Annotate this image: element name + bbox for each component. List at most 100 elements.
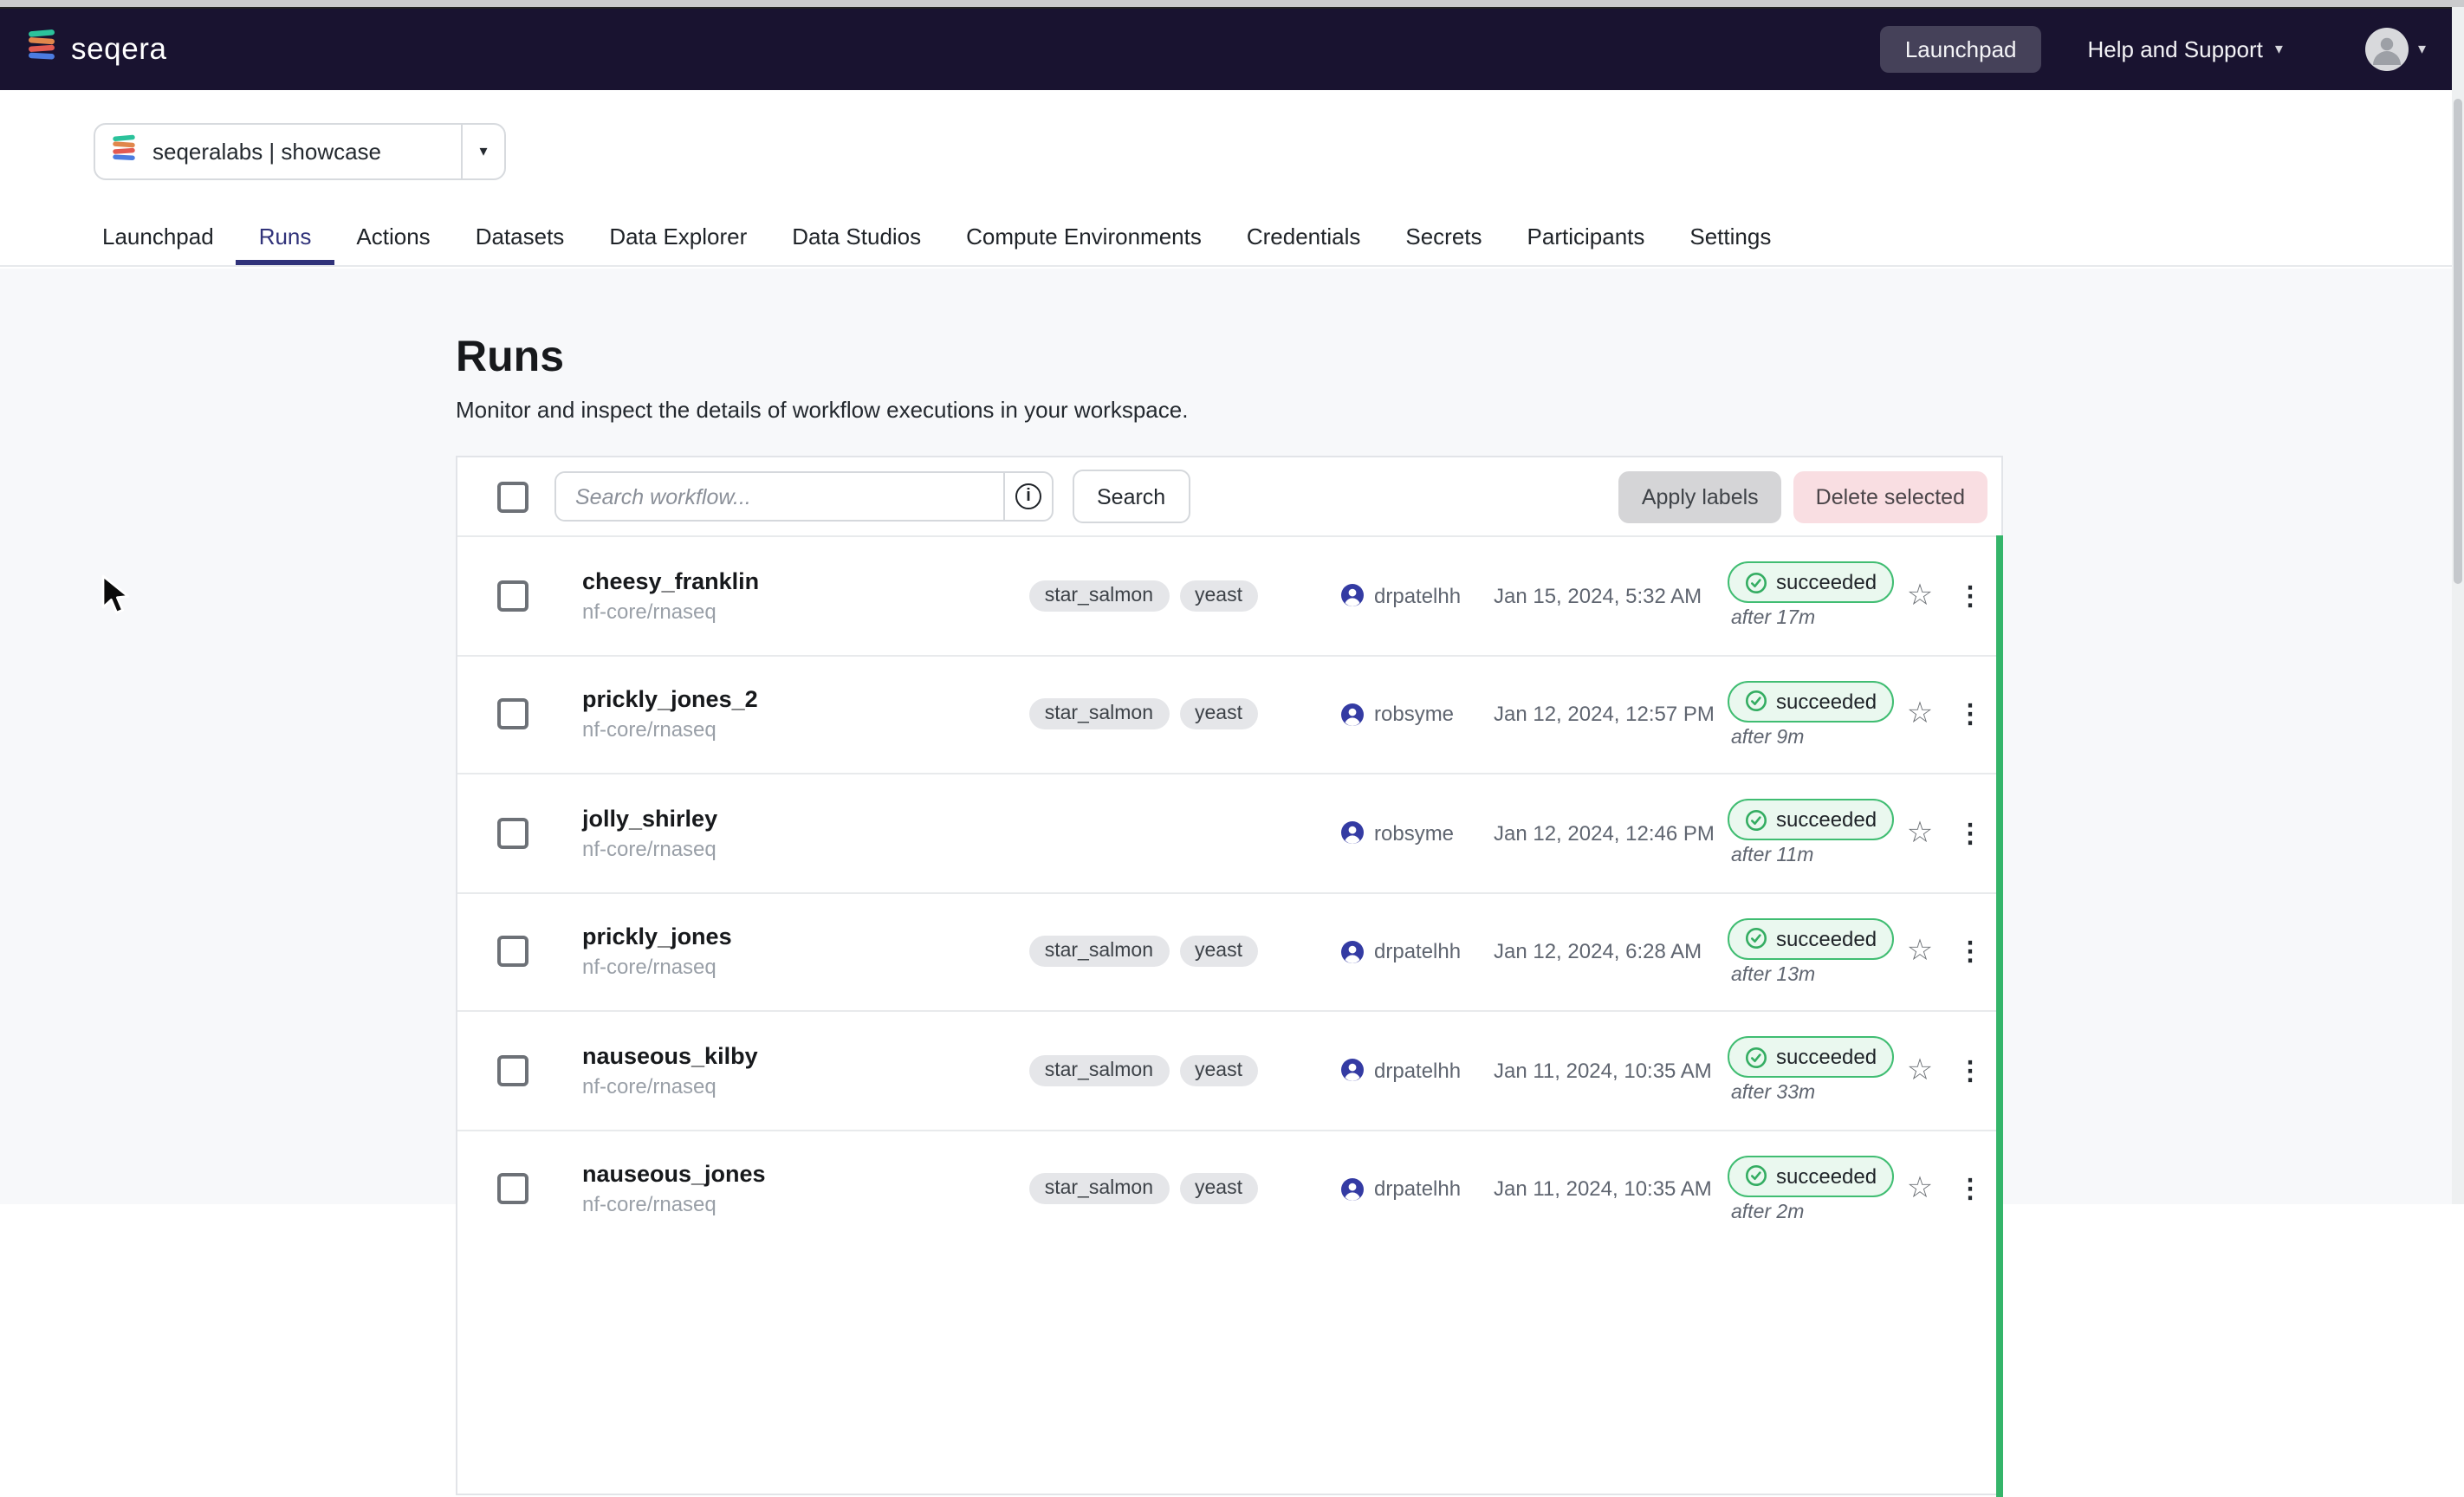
search-button[interactable]: Search — [1073, 470, 1190, 523]
run-name-link[interactable]: prickly_jones — [582, 924, 981, 950]
run-date: Jan 15, 2024, 5:32 AM — [1494, 584, 1698, 608]
help-and-support-menu[interactable]: Help and Support ▾ — [2088, 36, 2283, 62]
row-checkbox[interactable] — [497, 1055, 528, 1086]
run-tag[interactable]: yeast — [1179, 699, 1258, 730]
run-name-link[interactable]: prickly_jones_2 — [582, 687, 981, 713]
run-tag[interactable]: star_salmon — [1029, 699, 1169, 730]
run-tag[interactable]: yeast — [1179, 1055, 1258, 1086]
run-user: drpatelhh — [1341, 1059, 1494, 1083]
seqera-app-window: seqera Launchpad Help and Support ▾ ▾ — [0, 0, 2464, 1204]
row-checkbox[interactable] — [497, 580, 528, 612]
tab-compute-environments[interactable]: Compute Environments — [943, 211, 1224, 265]
tab-data-explorer[interactable]: Data Explorer — [587, 211, 769, 265]
run-name-link[interactable]: jolly_shirley — [582, 806, 981, 832]
run-user: drpatelhh — [1341, 1177, 1494, 1202]
check-circle-icon — [1745, 690, 1767, 713]
status-text: succeeded — [1776, 927, 1877, 951]
tab-actions[interactable]: Actions — [334, 211, 452, 265]
delete-selected-button[interactable]: Delete selected — [1793, 470, 1987, 522]
run-status: succeeded after 13m — [1698, 918, 1892, 986]
tab-settings[interactable]: Settings — [1667, 211, 1793, 265]
run-tags: star_salmon yeast — [981, 580, 1258, 612]
workspace-tabs: Launchpad Runs Actions Datasets Data Exp… — [0, 211, 2464, 267]
run-tags: star_salmon yeast — [981, 1174, 1258, 1205]
run-duration: after 17m — [1728, 609, 1815, 630]
check-circle-icon — [1745, 1047, 1767, 1069]
tab-secrets[interactable]: Secrets — [1383, 211, 1504, 265]
run-repo: nf-core/rnaseq — [582, 837, 981, 861]
tab-participants[interactable]: Participants — [1505, 211, 1668, 265]
star-icon[interactable]: ☆ — [1892, 579, 1948, 613]
tab-runs[interactable]: Runs — [237, 211, 334, 265]
top-navbar: seqera Launchpad Help and Support ▾ ▾ — [0, 9, 2452, 90]
row-checkbox[interactable] — [497, 818, 528, 849]
run-repo: nf-core/rnaseq — [582, 1074, 981, 1098]
page-title: Runs — [456, 333, 564, 383]
run-tag[interactable]: star_salmon — [1029, 1174, 1169, 1205]
status-badge: succeeded — [1728, 681, 1894, 723]
select-all-checkbox[interactable] — [497, 481, 528, 512]
status-badge: succeeded — [1728, 562, 1894, 604]
tab-launchpad[interactable]: Launchpad — [80, 211, 237, 265]
tab-data-studios[interactable]: Data Studios — [769, 211, 943, 265]
tab-credentials[interactable]: Credentials — [1224, 211, 1384, 265]
run-name-link[interactable]: cheesy_franklin — [582, 568, 981, 594]
kebab-menu-icon[interactable]: ⋮ — [1948, 818, 1993, 849]
user-icon — [1341, 822, 1364, 845]
star-icon[interactable]: ☆ — [1892, 1172, 1948, 1207]
scrollbar — [2452, 7, 2464, 1204]
kebab-menu-icon[interactable]: ⋮ — [1948, 580, 1993, 612]
run-tags: star_salmon yeast — [981, 1055, 1258, 1086]
main-content: Runs Monitor and inspect the details of … — [0, 269, 2464, 1204]
row-checkbox[interactable] — [497, 699, 528, 730]
run-tag[interactable]: star_salmon — [1029, 1055, 1169, 1086]
user-menu[interactable]: ▾ — [2366, 28, 2426, 71]
status-text: succeeded — [1776, 808, 1877, 833]
row-checkbox[interactable] — [497, 936, 528, 968]
star-icon[interactable]: ☆ — [1892, 1053, 1948, 1088]
workspace-logo-icon — [109, 133, 139, 171]
star-icon[interactable]: ☆ — [1892, 697, 1948, 732]
run-repo: nf-core/rnaseq — [582, 718, 981, 742]
apply-labels-button[interactable]: Apply labels — [1619, 470, 1781, 522]
run-duration: after 13m — [1728, 965, 1815, 986]
search-info-segment[interactable]: i — [1003, 473, 1052, 520]
search-input[interactable] — [556, 473, 1003, 520]
run-user-name: robsyme — [1374, 703, 1454, 727]
run-tag[interactable]: yeast — [1179, 936, 1258, 968]
workspace-dropdown-toggle[interactable]: ▾ — [463, 142, 504, 161]
status-badge: succeeded — [1728, 800, 1894, 841]
workspace-selector[interactable]: seqeralabs | showcase ▾ — [94, 123, 506, 180]
check-circle-icon — [1745, 928, 1767, 950]
kebab-menu-icon[interactable]: ⋮ — [1948, 936, 1993, 968]
run-tag[interactable]: yeast — [1179, 580, 1258, 612]
chevron-down-icon: ▾ — [2418, 40, 2426, 59]
seqera-brand[interactable]: seqera — [24, 28, 167, 71]
kebab-menu-icon[interactable]: ⋮ — [1948, 1055, 1993, 1086]
run-tag[interactable]: yeast — [1179, 1174, 1258, 1205]
status-text: succeeded — [1776, 690, 1877, 714]
kebab-menu-icon[interactable]: ⋮ — [1948, 699, 1993, 730]
run-duration: after 2m — [1728, 1202, 1804, 1223]
run-date: Jan 12, 2024, 12:57 PM — [1494, 703, 1698, 727]
run-user: drpatelhh — [1341, 940, 1494, 964]
help-label: Help and Support — [2088, 36, 2263, 62]
launchpad-button[interactable]: Launchpad — [1881, 26, 2041, 73]
kebab-menu-icon[interactable]: ⋮ — [1948, 1174, 1993, 1205]
run-tag[interactable]: star_salmon — [1029, 580, 1169, 612]
row-checkbox[interactable] — [497, 1174, 528, 1205]
star-icon[interactable]: ☆ — [1892, 816, 1948, 851]
chevron-down-icon: ▾ — [479, 142, 487, 161]
run-name-link[interactable]: nauseous_jones — [582, 1162, 981, 1188]
run-tag[interactable]: star_salmon — [1029, 936, 1169, 968]
run-user: robsyme — [1341, 821, 1494, 846]
seqera-logo-icon — [24, 28, 59, 71]
tab-datasets[interactable]: Datasets — [453, 211, 587, 265]
check-circle-icon — [1745, 572, 1767, 594]
status-badge: succeeded — [1728, 1037, 1894, 1079]
run-name-link[interactable]: nauseous_kilby — [582, 1043, 981, 1069]
scrollbar-thumb[interactable] — [2454, 99, 2462, 584]
runs-table: i Search Apply labels Delete selected ch… — [456, 456, 2003, 1495]
run-tags: star_salmon yeast — [981, 936, 1258, 968]
star-icon[interactable]: ☆ — [1892, 935, 1948, 969]
